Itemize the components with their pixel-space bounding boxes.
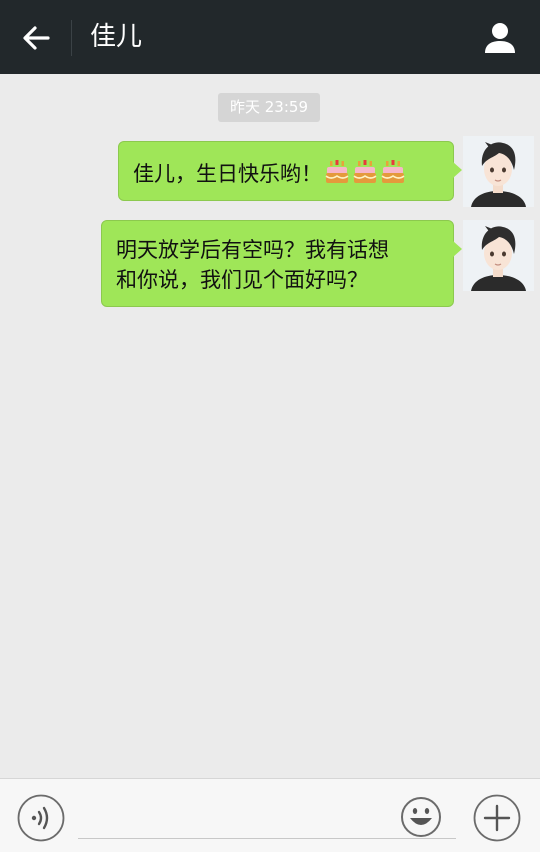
input-bar (0, 778, 540, 852)
smiley-icon[interactable] (400, 796, 442, 838)
person-icon[interactable] (482, 20, 518, 56)
message-bubble[interactable]: 明天放学后有空吗？我有话想 和你说，我们见个面好吗？ (101, 220, 462, 307)
voice-icon[interactable] (17, 794, 65, 842)
cake-emoji-icon (381, 160, 405, 183)
cake-emoji-icon (353, 160, 377, 183)
message-bubble[interactable]: 佳儿，生日快乐哟！ (118, 141, 462, 201)
message-timestamp: 昨天 23:59 (218, 93, 320, 122)
message-text-line: 明天放学后有空吗？我有话想 (116, 238, 389, 262)
avatar[interactable] (463, 136, 534, 207)
message-text-line: 和你说，我们见个面好吗？ (116, 268, 368, 292)
boy-avatar-icon (463, 136, 534, 207)
cake-emoji-icon (325, 160, 349, 183)
back-arrow-icon[interactable] (18, 20, 54, 56)
chat-title: 佳儿 (90, 22, 143, 52)
message-text: 佳儿，生日快乐哟！ (133, 162, 322, 186)
boy-avatar-icon (463, 220, 534, 291)
plus-icon[interactable] (473, 794, 521, 842)
top-bar: 佳儿 (0, 0, 540, 74)
header-divider (71, 20, 72, 56)
avatar[interactable] (463, 220, 534, 291)
